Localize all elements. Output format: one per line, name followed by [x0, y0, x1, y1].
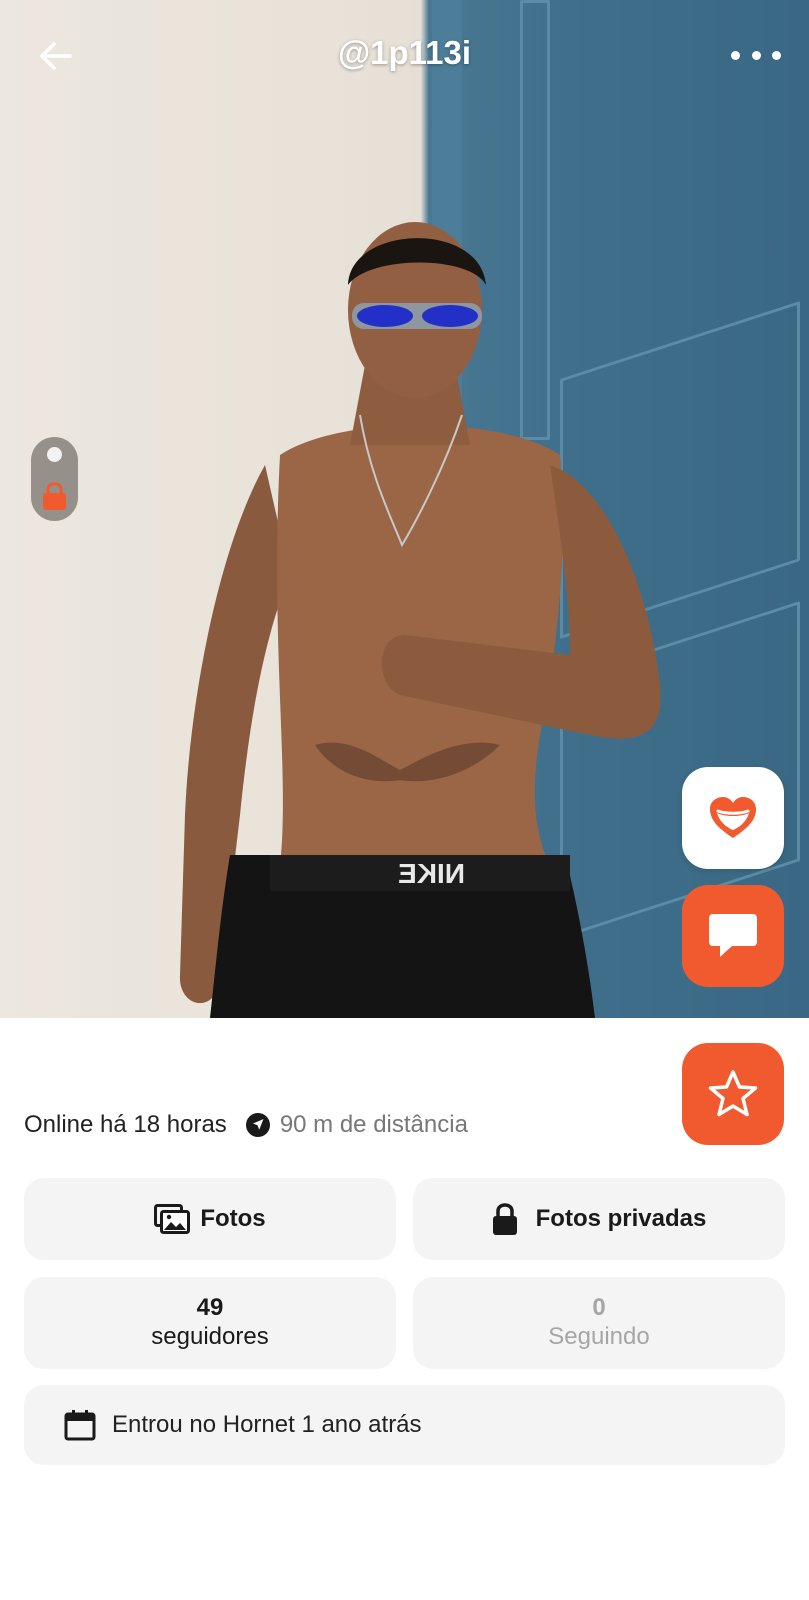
- photos-label: Fotos: [200, 1205, 266, 1232]
- svg-text:NIKE: NIKE: [398, 858, 465, 889]
- lock-icon: [43, 482, 66, 510]
- lock-icon: [492, 1203, 517, 1235]
- person-silhouette: NIKE: [179, 222, 661, 1018]
- photos-button[interactable]: Fotos: [24, 1178, 396, 1260]
- joined-text: Entrou no Hornet 1 ano atrás: [112, 1411, 422, 1438]
- top-bar: @1p113i: [0, 0, 809, 110]
- joined-info: Entrou no Hornet 1 ano atrás: [24, 1385, 785, 1465]
- followers-button[interactable]: 49 seguidores: [24, 1277, 396, 1369]
- star-icon: [708, 1070, 758, 1117]
- profile-handle: @1p113i: [337, 34, 472, 71]
- following-label: Seguindo: [548, 1323, 650, 1350]
- toggle-knob: [47, 447, 62, 462]
- photos-icon: [154, 1204, 191, 1234]
- following-button[interactable]: 0 Seguindo: [413, 1277, 785, 1369]
- chat-bubble-icon: [709, 914, 757, 957]
- following-count: 0: [592, 1294, 606, 1321]
- more-horizontal-icon: [731, 50, 740, 60]
- chat-button[interactable]: [682, 885, 784, 987]
- location-arrow-icon: [245, 1113, 270, 1137]
- heart-icon: [710, 797, 756, 838]
- calendar-icon: [64, 1410, 96, 1441]
- private-photos-toggle[interactable]: [31, 437, 78, 521]
- status-row: Online há 18 horas 90 m de distância: [24, 1107, 468, 1143]
- followers-label: seguidores: [151, 1323, 269, 1350]
- private-photos-button[interactable]: Fotos privadas: [413, 1178, 785, 1260]
- profile-photo[interactable]: NIKE: [0, 0, 809, 1018]
- favorite-button[interactable]: [682, 1043, 784, 1145]
- followers-count: 49: [196, 1294, 224, 1321]
- private-photos-label: Fotos privadas: [535, 1205, 707, 1232]
- distance-text: 90 m de distância: [279, 1111, 468, 1138]
- more-options-button[interactable]: [731, 40, 781, 70]
- heart-button[interactable]: [682, 767, 784, 869]
- online-status: Online há 18 horas: [24, 1111, 227, 1138]
